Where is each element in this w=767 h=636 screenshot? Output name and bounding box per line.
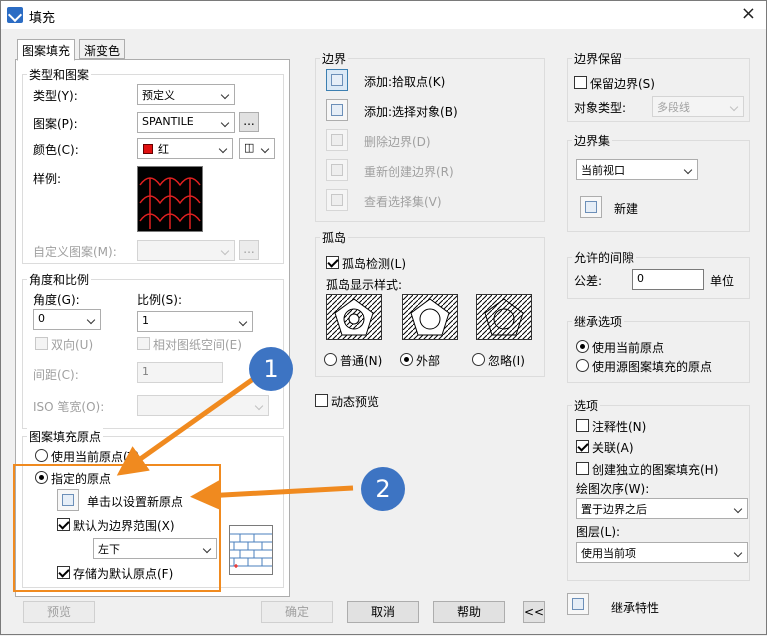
callout-arrow-1 [116, 374, 258, 476]
tab-hatch[interactable]: 图案填充 [17, 39, 76, 61]
callout-badge-2: 2 [361, 467, 405, 511]
callout-badge-1: 1 [249, 347, 293, 391]
hatch-dialog: 填充 × 图案填充 渐变色 类型和图案 类型(Y): 预定义 图案(P): SP… [0, 0, 767, 635]
callout-arrow-2 [190, 480, 354, 511]
callout-arrows [116, 374, 354, 511]
